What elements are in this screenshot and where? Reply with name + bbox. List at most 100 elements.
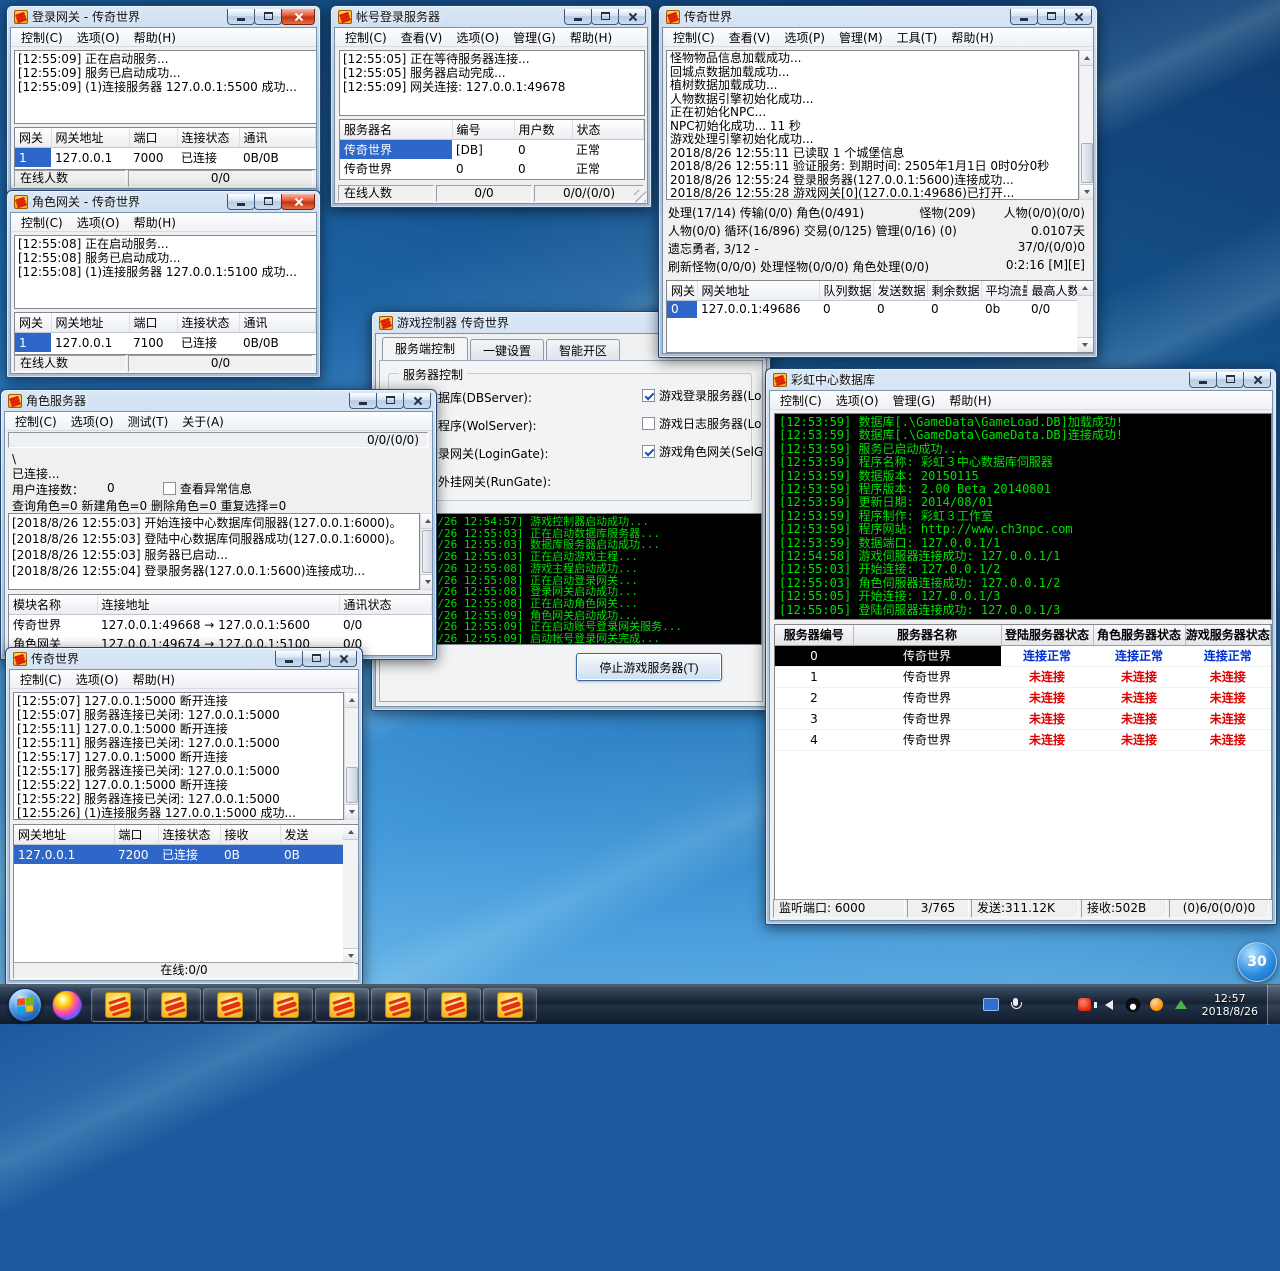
- console-log[interactable]: [12:53:59] 数据库[.\GameData\GameLoad.DB]加载…: [774, 413, 1272, 620]
- table-row[interactable]: 4 传奇世界 未连接 未连接 未连接: [775, 729, 1271, 750]
- minimize-button[interactable]: [275, 651, 303, 667]
- microphone-icon[interactable]: [1006, 996, 1024, 1014]
- table-row[interactable]: 2 传奇世界 未连接 未连接 未连接: [775, 687, 1271, 708]
- resize-grip[interactable]: [634, 190, 646, 202]
- menu-item[interactable]: 控制(C): [8, 413, 64, 430]
- close-button[interactable]: [403, 393, 431, 409]
- scroll-up-button[interactable]: [1080, 51, 1094, 66]
- column-header[interactable]: 服务器编号: [775, 625, 853, 645]
- scroll-up-button[interactable]: [345, 693, 359, 708]
- log-output[interactable]: [12:55:07] 127.0.0.1:5000 断开连接 [12:55:07…: [13, 692, 344, 820]
- log-output[interactable]: [2018/8/26 12:55:03] 开始连接中心数据库伺服器(127.0.…: [8, 513, 420, 590]
- scroll-down-button[interactable]: [1077, 337, 1093, 352]
- column-header[interactable]: 队列数据: [819, 281, 873, 301]
- menu-item[interactable]: 测试(T): [121, 413, 176, 430]
- column-header[interactable]: 登陆服务器状态: [1001, 625, 1093, 645]
- table-row[interactable]: 3 传奇世界 未连接 未连接 未连接: [775, 708, 1271, 729]
- abnormal-info-checkbox[interactable]: 查看异常信息: [163, 480, 252, 497]
- log-server-checkbox[interactable]: 游戏日志服务器(LogSe: [642, 415, 763, 432]
- clock[interactable]: 12:57 2018/8/26: [1193, 992, 1267, 1018]
- table-row[interactable]: 传奇世界 127.0.0.1:49668 → 127.0.0.1:5600 0/…: [9, 615, 432, 635]
- column-header[interactable]: 角色服务器状态: [1093, 625, 1185, 645]
- titlebar[interactable]: 角色服务器: [4, 390, 433, 411]
- scroll-down-button[interactable]: [421, 574, 433, 589]
- menu-item[interactable]: 控制(C): [14, 29, 70, 46]
- taskbar-app-button[interactable]: [371, 988, 425, 1022]
- menu-item[interactable]: 工具(T): [890, 29, 945, 46]
- minimize-button[interactable]: [1010, 9, 1038, 25]
- vertical-scrollbar[interactable]: [1079, 50, 1094, 200]
- table-row[interactable]: 0 传奇世界 连接正常 连接正常 连接正常: [775, 645, 1271, 666]
- scroll-up-button[interactable]: [343, 825, 359, 840]
- column-header[interactable]: 模块名称: [9, 595, 97, 615]
- taskbar-app-button[interactable]: [203, 988, 257, 1022]
- minimize-button[interactable]: [349, 393, 377, 409]
- column-header[interactable]: 通讯: [239, 128, 316, 148]
- column-header[interactable]: 通讯状态: [339, 595, 432, 615]
- menu-item[interactable]: 选项(P): [777, 29, 832, 46]
- menu-item[interactable]: 帮助(H): [563, 29, 619, 46]
- menu-item[interactable]: 选项(O): [69, 671, 126, 688]
- update-icon[interactable]: [1172, 996, 1190, 1014]
- column-header[interactable]: 编号: [452, 120, 514, 140]
- role-gateway-checkbox[interactable]: 游戏角色网关(SelGate: [642, 443, 763, 460]
- close-button[interactable]: [281, 9, 315, 25]
- column-header[interactable]: 最高人数: [1027, 281, 1079, 301]
- column-header[interactable]: 剩余数据: [927, 281, 981, 301]
- vertical-scrollbar[interactable]: [1077, 281, 1093, 352]
- login-server-checkbox[interactable]: 游戏登录服务器(Logi: [642, 387, 763, 404]
- minimize-button[interactable]: [564, 9, 592, 25]
- minimize-button[interactable]: [227, 194, 255, 210]
- start-button[interactable]: [0, 985, 50, 1025]
- menu-item[interactable]: 选项(O): [70, 29, 127, 46]
- menu-item[interactable]: 帮助(H): [127, 214, 183, 231]
- column-header[interactable]: 网关: [15, 313, 51, 333]
- titlebar[interactable]: 传奇世界: [9, 648, 359, 669]
- menu-item[interactable]: 选项(O): [829, 392, 886, 409]
- taskbar-app-button[interactable]: [483, 988, 537, 1022]
- minimize-button[interactable]: [227, 9, 255, 25]
- log-output[interactable]: [12:55:09] 正在启动服务... [12:55:09] 服务已启动成功.…: [14, 50, 317, 124]
- show-desktop-button[interactable]: [1267, 985, 1280, 1025]
- menu-item[interactable]: 帮助(H): [126, 671, 182, 688]
- column-header[interactable]: 网关: [667, 281, 697, 301]
- maximize-button[interactable]: [1216, 372, 1244, 388]
- column-header[interactable]: 网关地址: [697, 281, 819, 301]
- column-header[interactable]: 连接状态: [177, 313, 239, 333]
- titlebar[interactable]: 角色网关 - 传奇世界: [10, 191, 317, 212]
- tab-server-control[interactable]: 服务端控制: [382, 337, 468, 360]
- menu-item[interactable]: 控制(C): [338, 29, 394, 46]
- menu-item[interactable]: 管理(G): [886, 392, 943, 409]
- column-header[interactable]: 网关地址: [14, 825, 114, 845]
- menu-item[interactable]: 控制(C): [14, 214, 70, 231]
- column-header[interactable]: 服务器名称: [853, 625, 1001, 645]
- menu-item[interactable]: 控制(C): [666, 29, 722, 46]
- table-row[interactable]: 1 127.0.0.1 7000 已连接 0B/0B: [15, 148, 316, 168]
- column-header[interactable]: 服务器名: [340, 120, 452, 140]
- maximize-button[interactable]: [1037, 9, 1065, 25]
- vertical-scrollbar[interactable]: [343, 825, 359, 963]
- table-row[interactable]: 传奇世界 0 0 正常: [340, 159, 644, 178]
- scrollbar-thumb[interactable]: [346, 767, 358, 803]
- titlebar[interactable]: 彩虹中心数据库: [769, 369, 1273, 390]
- menu-item[interactable]: 关于(A): [175, 413, 231, 430]
- column-header[interactable]: 端口: [129, 128, 177, 148]
- minimize-button[interactable]: [1189, 372, 1217, 388]
- column-header[interactable]: 发送: [280, 825, 345, 845]
- tab-smart-open[interactable]: 智能开区: [546, 339, 620, 360]
- menu-item[interactable]: 控制(C): [13, 671, 69, 688]
- menu-item[interactable]: 帮助(H): [127, 29, 183, 46]
- taskbar-app-button[interactable]: [315, 988, 369, 1022]
- console-log[interactable]: [2018/8/26 12:54:57] 游戏控制器启动成功... [2018/…: [386, 513, 762, 645]
- vertical-scrollbar[interactable]: [420, 513, 433, 590]
- menu-item[interactable]: 帮助(H): [944, 29, 1000, 46]
- scroll-down-button[interactable]: [345, 804, 359, 819]
- taskbar-app-button[interactable]: [147, 988, 201, 1022]
- maximize-button[interactable]: [591, 9, 619, 25]
- table-row[interactable]: 0 127.0.0.1:49686 0 0 0 0b 0/0: [667, 301, 1079, 318]
- column-header[interactable]: 端口: [129, 313, 177, 333]
- table-row[interactable]: 127.0.0.1 7200 已连接 0B 0B: [14, 845, 345, 865]
- menu-item[interactable]: 选项(O): [64, 413, 121, 430]
- browser-icon[interactable]: [52, 990, 82, 1020]
- taskbar-app-button[interactable]: [427, 988, 481, 1022]
